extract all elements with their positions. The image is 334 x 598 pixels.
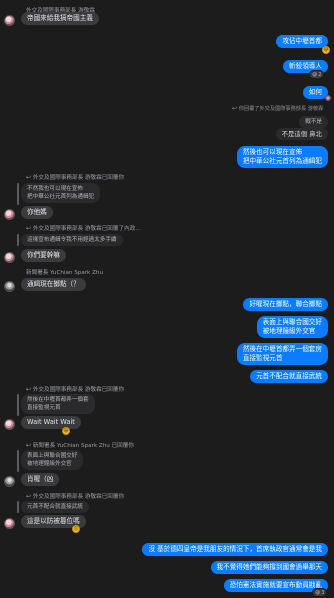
message-bubble[interactable]: 元首不配合就直接武統 bbox=[250, 370, 328, 383]
message-bubble[interactable]: 然後也可以現在宣佈 把中華公社元首列為通緝犯 bbox=[236, 146, 328, 168]
message-line: 被地理鐘級外交官 bbox=[262, 327, 316, 335]
reply-bar bbox=[17, 501, 19, 513]
sender-avatar[interactable] bbox=[4, 252, 15, 263]
quoted-message[interactable]: 戰不是 bbox=[299, 116, 328, 128]
sender-avatar[interactable] bbox=[4, 419, 15, 430]
quoted-message[interactable]: 不然我也可以現在宣佈 把中華公社元首列為通緝犯 bbox=[21, 183, 101, 203]
message-bubble[interactable]: 沒 基於德四皇帝是我朋友的情況下，首席執政官通常會是我 bbox=[142, 543, 328, 556]
reply-icon: ↩ bbox=[26, 225, 32, 232]
reply-bar bbox=[17, 450, 19, 472]
sender-text: 外交及國際事務部長 游敬霖已回覆你 bbox=[32, 387, 125, 393]
quoted-message[interactable]: 這樣宣布通緝令我不用經過太多手續 bbox=[21, 234, 123, 246]
sender-avatar[interactable] bbox=[4, 518, 15, 529]
message-sender: 新聞署長 YuChian Spark Zhu bbox=[26, 270, 103, 276]
reply-icon: ↩ bbox=[26, 174, 32, 181]
message-sender: ↩ 外交及國際事務部長 游敬霖已回覆你 bbox=[26, 385, 124, 393]
sender-text: 外交及國際事務部長 游敬霖已回覆你 bbox=[32, 494, 125, 500]
message-bubble[interactable]: 我不覺得她們能夠撐到國會過舉那天 bbox=[210, 561, 328, 574]
message-bubble[interactable]: 表面上與聯合國交好 被地理鐘級外交官 bbox=[256, 316, 328, 338]
sender-text: 新聞署長 YuChian Spark Zhu 已回覆你 bbox=[32, 443, 134, 449]
quoted-message[interactable]: 不是這個 鼻北 bbox=[275, 128, 328, 140]
message-bubble[interactable]: Wait Wait Wait bbox=[21, 416, 81, 429]
reaction-count: 3 bbox=[321, 589, 325, 596]
sender-avatar[interactable] bbox=[4, 209, 15, 220]
message-line: 把中華公社元首列為通緝犯 bbox=[242, 157, 322, 165]
message-line: 表面上與聯合國交好 bbox=[262, 318, 322, 326]
quote-line: 表面上與聯合國交好 bbox=[27, 453, 78, 459]
reply-bar bbox=[17, 234, 19, 246]
sender-avatar[interactable] bbox=[4, 15, 15, 26]
quoted-message[interactable]: 元首不配合就直接武統 bbox=[21, 501, 89, 513]
message-bubble[interactable]: 然後在中壢首都弄一個套房 直接監視元首 bbox=[236, 343, 328, 365]
message-line: 直接監視元首 bbox=[242, 354, 283, 362]
quote-line: 被地理鐘級外交官 bbox=[27, 461, 72, 467]
message-bubble[interactable]: 你們要幹嘛 bbox=[21, 249, 66, 262]
quote-line: 把中華公社元首列為通緝犯 bbox=[27, 194, 95, 200]
message-sender: ↩ 外交及國際事務部長 游敬霖已回覆你 bbox=[26, 173, 124, 181]
quote-line: 然後在中壢首都弄一個套 bbox=[27, 397, 89, 403]
laugh-emoji-icon: 😆 bbox=[315, 589, 321, 596]
message-sender: ↩ 新聞署長 YuChian Spark Zhu 已回覆你 bbox=[26, 441, 134, 449]
sender-avatar[interactable] bbox=[4, 281, 15, 292]
sender-text: 外交及國際事務部長 游敬霖已回覆你 bbox=[32, 175, 125, 181]
reply-icon: ↩ bbox=[26, 442, 32, 449]
quoted-message[interactable]: 表面上與聯合國交好 被地理鐘級外交官 bbox=[21, 450, 84, 470]
quote-line: 直接監視元首 bbox=[27, 405, 61, 411]
message-bubble[interactable]: 肖喔（凶 bbox=[21, 473, 60, 486]
reaction-emoji-icon[interactable]: 😂 bbox=[322, 46, 330, 54]
laugh-emoji-icon: 😆 bbox=[312, 71, 318, 78]
sender-avatar[interactable] bbox=[4, 476, 15, 487]
message-line: 然後也可以現在宣佈 bbox=[242, 148, 303, 156]
reply-icon: ↩ bbox=[26, 493, 32, 500]
reaction-badge[interactable]: 😆 2 bbox=[309, 70, 325, 79]
message-bubble[interactable]: 帝國來給我搞帝國主義 bbox=[21, 12, 99, 25]
reply-header-text: 你回覆了外交及國際事務部長 游敬霖 bbox=[238, 106, 324, 112]
reaction-emoji-icon[interactable]: 😂 bbox=[62, 427, 70, 435]
read-receipt-avatar bbox=[325, 95, 331, 101]
reaction-badge[interactable]: 😆 3 bbox=[312, 588, 328, 597]
sender-text: 外交及國際事務部長 游敬霖已回覆了內政... bbox=[32, 226, 141, 232]
message-bubble[interactable]: 你他媽 bbox=[21, 206, 53, 219]
reaction-count: 2 bbox=[318, 71, 322, 78]
message-sender: ↩ 外交及國際事務部長 游敬霖已回覆你 bbox=[26, 492, 124, 500]
message-bubble[interactable]: 好喔現在擲點，聯合擲點 bbox=[243, 298, 328, 311]
reply-icon: ↩ bbox=[232, 105, 238, 112]
reply-bar bbox=[17, 394, 19, 416]
message-line: 然後在中壢首都弄一個套房 bbox=[242, 345, 322, 353]
message-bubble[interactable]: 通緝現在擲點（？ bbox=[21, 278, 86, 291]
reply-icon: ↩ bbox=[26, 386, 32, 393]
reaction-emoji-icon[interactable]: 😮 bbox=[72, 525, 80, 533]
quote-line: 不然我也可以現在宣佈 bbox=[27, 186, 83, 192]
reply-bar bbox=[17, 183, 19, 205]
message-sender: ↩ 外交及國際事務部長 游敬霖已回覆了內政... bbox=[26, 224, 141, 232]
quoted-message[interactable]: 然後在中壢首都弄一個套 直接監視元首 bbox=[21, 394, 95, 414]
reply-header: ↩ 你回覆了外交及國際事務部長 游敬霖 bbox=[232, 105, 323, 112]
message-bubble[interactable]: 攻佔中壢首都 bbox=[276, 35, 328, 48]
